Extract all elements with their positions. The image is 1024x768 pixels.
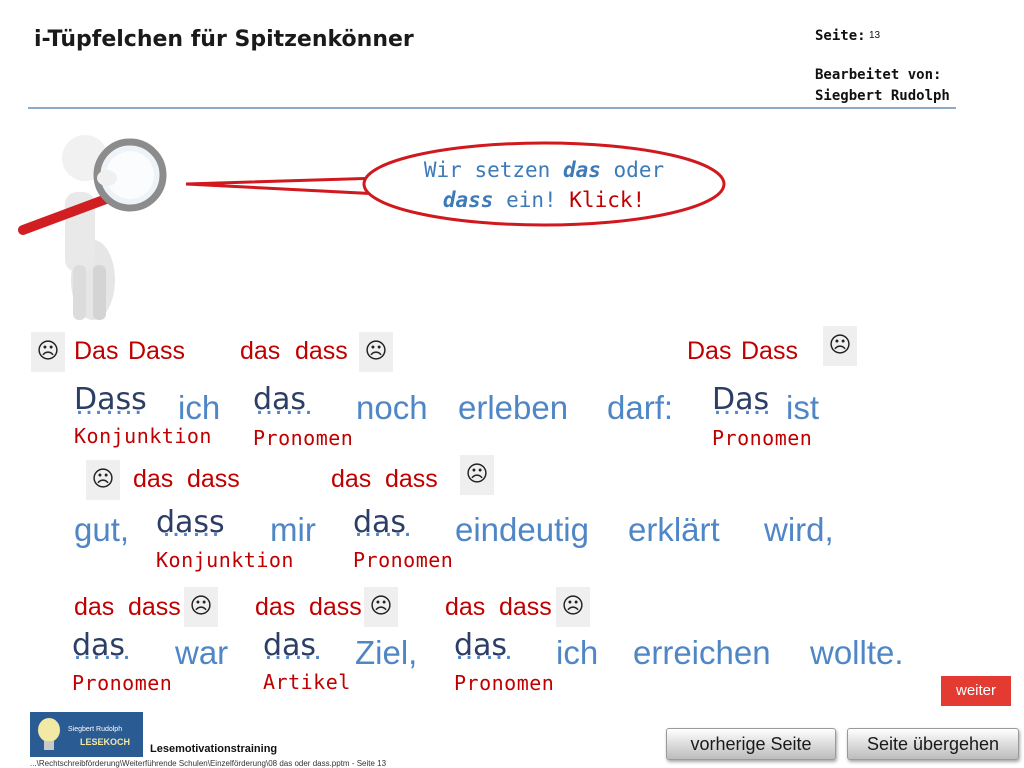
page-number: 13 (869, 30, 881, 41)
frown-icon[interactable]: ☹ (460, 455, 494, 495)
previous-page-button[interactable]: vorherige Seite (666, 728, 836, 760)
label-2: Pronomen (253, 426, 354, 450)
answer-5: das (353, 505, 407, 540)
label-5: Pronomen (353, 548, 454, 572)
answer-4: dass (156, 505, 225, 540)
option-das[interactable]: das (331, 465, 371, 494)
label-7: Artikel (263, 670, 351, 694)
frown-icon[interactable]: ☹ (556, 587, 590, 627)
option-das[interactable]: das (74, 593, 114, 622)
label-6: Pronomen (72, 671, 173, 695)
edited-by-label: Bearbeitet von: (815, 67, 942, 83)
option-das[interactable]: Das (687, 337, 731, 366)
option-dass[interactable]: dass (295, 337, 348, 366)
word-ich: ich (178, 389, 221, 426)
word-darf: darf: (607, 389, 674, 426)
label-4: Konjunktion (156, 548, 294, 572)
option-das[interactable]: Das (74, 337, 118, 366)
option-das[interactable]: das (133, 465, 173, 494)
option-das[interactable]: das (255, 593, 295, 622)
answer-3: Das (712, 382, 770, 417)
bubble-das-em: das (562, 158, 601, 182)
lesekoch-logo: Siegbert Rudolph LESEKOCH (30, 712, 143, 757)
label-1: Konjunktion (74, 424, 212, 448)
bubble-dass-em: dass (442, 188, 494, 212)
lightbulb-icon (38, 718, 60, 750)
label-8: Pronomen (454, 671, 555, 695)
answer-1: Dass (74, 382, 147, 417)
word-erreichen: erreichen (633, 634, 771, 671)
word-eindeutig: eindeutig (455, 511, 589, 548)
bubble-instruction: Wir setzen das oder dass ein! Klick! (384, 155, 704, 215)
editor-name: Siegbert Rudolph (815, 88, 950, 104)
answer-6: das (72, 628, 126, 663)
frown-icon[interactable]: ☹ (184, 587, 218, 627)
option-dass[interactable]: Dass (128, 337, 185, 366)
answer-8: das (454, 628, 508, 663)
page-title: i-Tüpfelchen für Spitzenkönner (34, 27, 414, 52)
bubble-line1-suffix: oder (600, 158, 665, 182)
frown-icon[interactable]: ☹ (364, 587, 398, 627)
option-dass[interactable]: dass (187, 465, 240, 494)
logo-author: Siegbert Rudolph (68, 726, 123, 733)
frown-icon[interactable]: ☹ (31, 332, 65, 372)
word-wird: wird, (764, 511, 834, 548)
header-divider (28, 107, 956, 109)
logo-brand: LESEKOCH (80, 737, 131, 747)
option-dass[interactable]: dass (499, 593, 552, 622)
answer-7: das (263, 628, 317, 663)
option-das[interactable]: das (240, 337, 280, 366)
bubble-line2-mid: ein! (493, 188, 570, 212)
page-label: Seite: (815, 28, 866, 44)
answer-2: das (253, 382, 307, 417)
word-gut: gut, (74, 511, 130, 548)
weiter-button[interactable]: weiter (941, 676, 1011, 706)
word-erleben: erleben (458, 389, 569, 426)
frown-icon[interactable]: ☹ (823, 326, 857, 366)
word-ist: ist (786, 389, 819, 426)
program-name: Lesemotivationstraining (150, 743, 278, 755)
option-dass[interactable]: dass (128, 593, 181, 622)
option-dass[interactable]: Dass (741, 337, 798, 366)
word-erklaert: erklärt (628, 511, 720, 548)
frown-icon[interactable]: ☹ (359, 332, 393, 372)
word-wollte: wollte. (810, 634, 904, 671)
bubble-klick: Klick! (569, 188, 646, 212)
frown-icon[interactable]: ☹ (86, 460, 120, 500)
option-dass[interactable]: dass (385, 465, 438, 494)
skip-page-button[interactable]: Seite übergehen (847, 728, 1019, 760)
word-noch: noch (356, 389, 428, 426)
word-war: war (175, 634, 229, 671)
mascot-magnifier-illustration (18, 135, 167, 320)
option-dass[interactable]: dass (309, 593, 362, 622)
option-das[interactable]: das (445, 593, 485, 622)
word-mir: mir (270, 511, 316, 548)
file-path: ...\Rechtschreibförderung\Weiterführende… (30, 759, 387, 768)
word-ziel: Ziel, (355, 634, 418, 671)
label-3: Pronomen (712, 426, 813, 450)
word-ich: ich (556, 634, 599, 671)
bubble-line1-prefix: Wir setzen (423, 158, 563, 182)
